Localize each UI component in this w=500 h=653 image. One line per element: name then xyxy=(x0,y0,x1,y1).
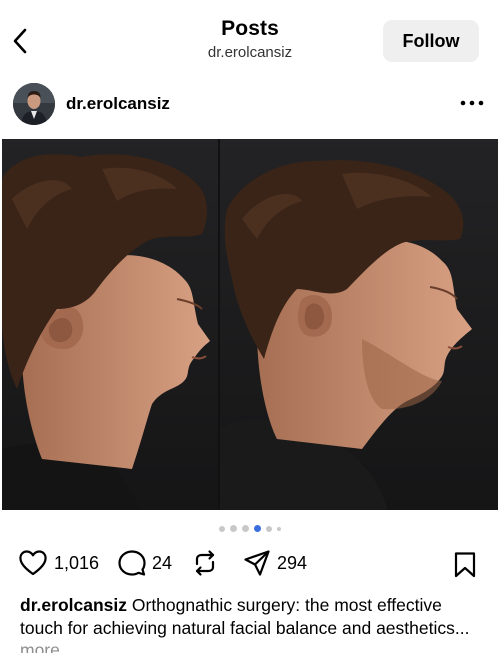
carousel-dot xyxy=(277,526,281,531)
caption-username[interactable]: dr.erolcansiz xyxy=(20,595,127,615)
more-options-button[interactable] xyxy=(455,90,489,116)
avatar-image xyxy=(13,83,55,125)
carousel-dot xyxy=(266,525,272,532)
repost-button[interactable] xyxy=(191,549,219,577)
comment-count: 24 xyxy=(152,552,173,573)
avatar[interactable] xyxy=(13,83,55,125)
carousel-dot xyxy=(219,525,225,532)
bookmark-icon xyxy=(454,552,476,578)
repost-icon xyxy=(195,550,215,576)
chevron-left-icon xyxy=(13,28,27,54)
post-header: dr.erolcansiz xyxy=(0,80,500,130)
comment-icon xyxy=(118,550,146,576)
follow-button[interactable]: Follow xyxy=(383,20,479,62)
carousel-dot xyxy=(242,525,249,532)
heart-icon xyxy=(19,550,47,576)
post-image[interactable] xyxy=(2,139,498,510)
more-horizontal-icon xyxy=(460,100,484,106)
post-photo xyxy=(2,139,498,510)
like-count: 1,016 xyxy=(54,552,100,573)
save-button[interactable] xyxy=(453,551,477,584)
like-button[interactable]: 1,016 xyxy=(18,549,99,577)
comment-button[interactable]: 24 xyxy=(118,549,172,577)
carousel-indicator[interactable] xyxy=(0,525,500,532)
share-count: 294 xyxy=(277,552,308,573)
send-icon xyxy=(244,550,270,576)
carousel-dot-active xyxy=(254,525,261,532)
post-username[interactable]: dr.erolcansiz xyxy=(66,94,170,114)
caption-more-link[interactable]: more xyxy=(20,640,60,653)
carousel-dot xyxy=(230,525,237,532)
back-button[interactable] xyxy=(6,24,34,58)
top-header: Posts dr.erolcansiz Follow xyxy=(0,0,500,70)
post-caption: dr.erolcansiz Orthognathic surgery: the … xyxy=(20,594,488,653)
share-button[interactable]: 294 xyxy=(243,549,307,577)
action-bar: 1,016 24 294 xyxy=(0,545,500,585)
